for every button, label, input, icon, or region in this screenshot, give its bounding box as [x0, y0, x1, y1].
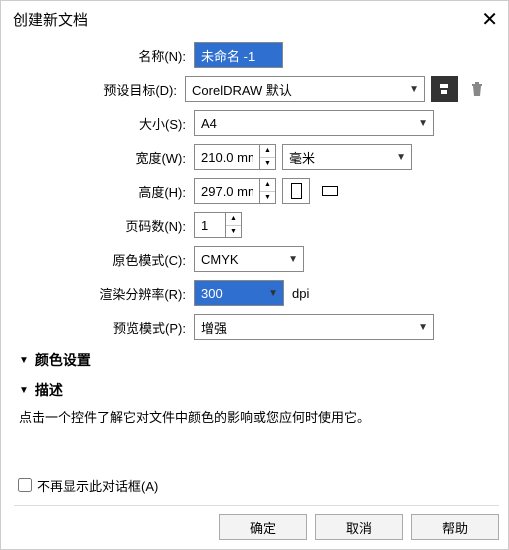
landscape-orientation-icon — [322, 186, 338, 196]
section-color-settings-label: 颜色设置 — [35, 350, 91, 370]
cancel-button[interactable]: 取消 — [315, 514, 403, 540]
preview-combo[interactable] — [194, 314, 434, 340]
units-combo[interactable] — [282, 144, 412, 170]
collapse-triangle-icon: ▼ — [19, 355, 29, 366]
description-text: 点击一个控件了解它对文件中颜色的影响或您应何时使用它。 — [1, 408, 508, 429]
name-label: 名称(N): — [19, 46, 194, 65]
spinner-down-icon[interactable]: ▼ — [260, 192, 275, 204]
section-description-label: 描述 — [35, 380, 63, 400]
colormode-combo[interactable] — [194, 246, 304, 272]
close-icon[interactable]: ✕ — [481, 10, 498, 30]
spinner-down-icon[interactable]: ▼ — [260, 158, 275, 170]
spinner-up-icon[interactable]: ▲ — [260, 145, 275, 158]
ok-button[interactable]: 确定 — [219, 514, 307, 540]
spinner-up-icon[interactable]: ▲ — [226, 213, 241, 226]
pages-input[interactable] — [195, 213, 225, 237]
width-input[interactable] — [195, 145, 259, 169]
save-icon — [437, 82, 451, 96]
pages-spinner[interactable]: ▲ ▼ — [194, 212, 242, 238]
colormode-label: 原色模式(C): — [19, 250, 194, 269]
pages-label: 页码数(N): — [19, 216, 194, 235]
preset-label: 预设目标(D): — [19, 80, 185, 99]
size-combo[interactable] — [194, 110, 434, 136]
width-spinner[interactable]: ▲ ▼ — [194, 144, 276, 170]
delete-preset-button[interactable] — [464, 76, 491, 102]
orientation-landscape-button[interactable] — [316, 178, 344, 204]
save-preset-button[interactable] — [431, 76, 458, 102]
height-label: 高度(H): — [19, 182, 194, 201]
preview-label: 预览模式(P): — [19, 318, 194, 337]
trash-icon — [470, 81, 484, 97]
spinner-down-icon[interactable]: ▼ — [226, 226, 241, 238]
height-spinner[interactable]: ▲ ▼ — [194, 178, 276, 204]
portrait-orientation-icon — [291, 183, 302, 199]
section-color-settings[interactable]: ▼ 颜色设置 — [19, 350, 508, 370]
name-input[interactable] — [194, 42, 283, 68]
help-button[interactable]: 帮助 — [411, 514, 499, 540]
dont-show-label: 不再显示此对话框(A) — [37, 476, 158, 495]
spinner-up-icon[interactable]: ▲ — [260, 179, 275, 192]
resolution-combo[interactable] — [194, 280, 284, 306]
size-label: 大小(S): — [19, 114, 194, 133]
dont-show-checkbox[interactable] — [18, 478, 32, 492]
width-label: 宽度(W): — [19, 148, 194, 167]
dialog-title: 创建新文档 — [13, 9, 88, 30]
height-input[interactable] — [195, 179, 259, 203]
section-description[interactable]: ▼ 描述 — [19, 380, 508, 400]
resolution-label: 渲染分辨率(R): — [19, 284, 194, 303]
dpi-unit-label: dpi — [292, 286, 309, 301]
orientation-portrait-button[interactable] — [282, 178, 310, 204]
preset-combo[interactable] — [185, 76, 425, 102]
collapse-triangle-icon: ▼ — [19, 385, 29, 396]
